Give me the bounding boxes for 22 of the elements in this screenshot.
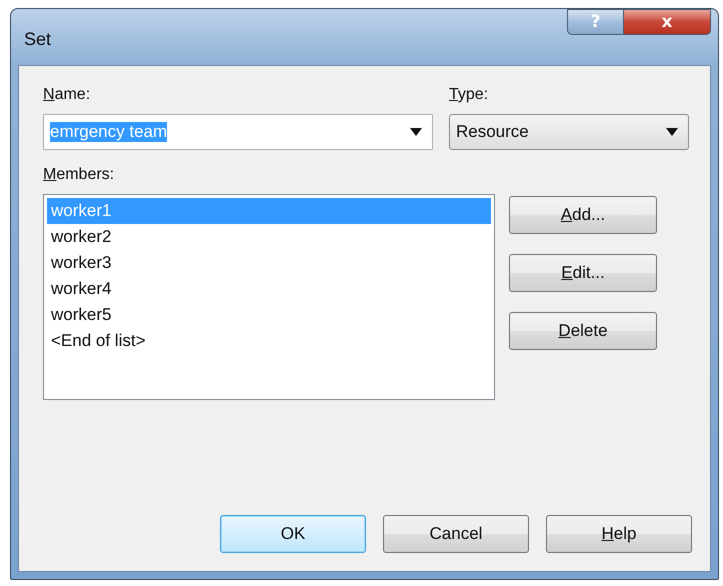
type-value: Resource <box>456 122 529 142</box>
dialog-button[interactable]: Cancel <box>383 515 529 553</box>
caret-icon <box>410 128 422 136</box>
list-item[interactable]: worker4 <box>47 276 491 302</box>
list-item[interactable]: worker5 <box>47 302 491 328</box>
members-label: Members: <box>43 166 116 184</box>
side-button[interactable]: Delete <box>509 312 657 350</box>
close-button[interactable]: x <box>623 9 711 35</box>
type-dropdown[interactable]: Resource <box>449 114 689 150</box>
name-value: emrgency team <box>50 122 168 142</box>
caret-icon <box>666 128 678 136</box>
name-label: Name: <box>43 86 92 104</box>
dialog-button[interactable]: OK <box>220 515 366 553</box>
side-button[interactable]: Add... <box>509 196 657 234</box>
list-item[interactable]: worker3 <box>47 250 491 276</box>
dialog-button[interactable]: Help <box>546 515 692 553</box>
list-item[interactable]: <End of list> <box>47 328 491 354</box>
side-button[interactable]: Edit... <box>509 254 657 292</box>
list-item[interactable]: worker2 <box>47 224 491 250</box>
window-title: Set <box>24 29 52 50</box>
type-label: Type: <box>449 86 490 104</box>
members-list[interactable]: worker1 worker2 worker3 worker4 worker5 <End of list> <box>43 194 495 400</box>
